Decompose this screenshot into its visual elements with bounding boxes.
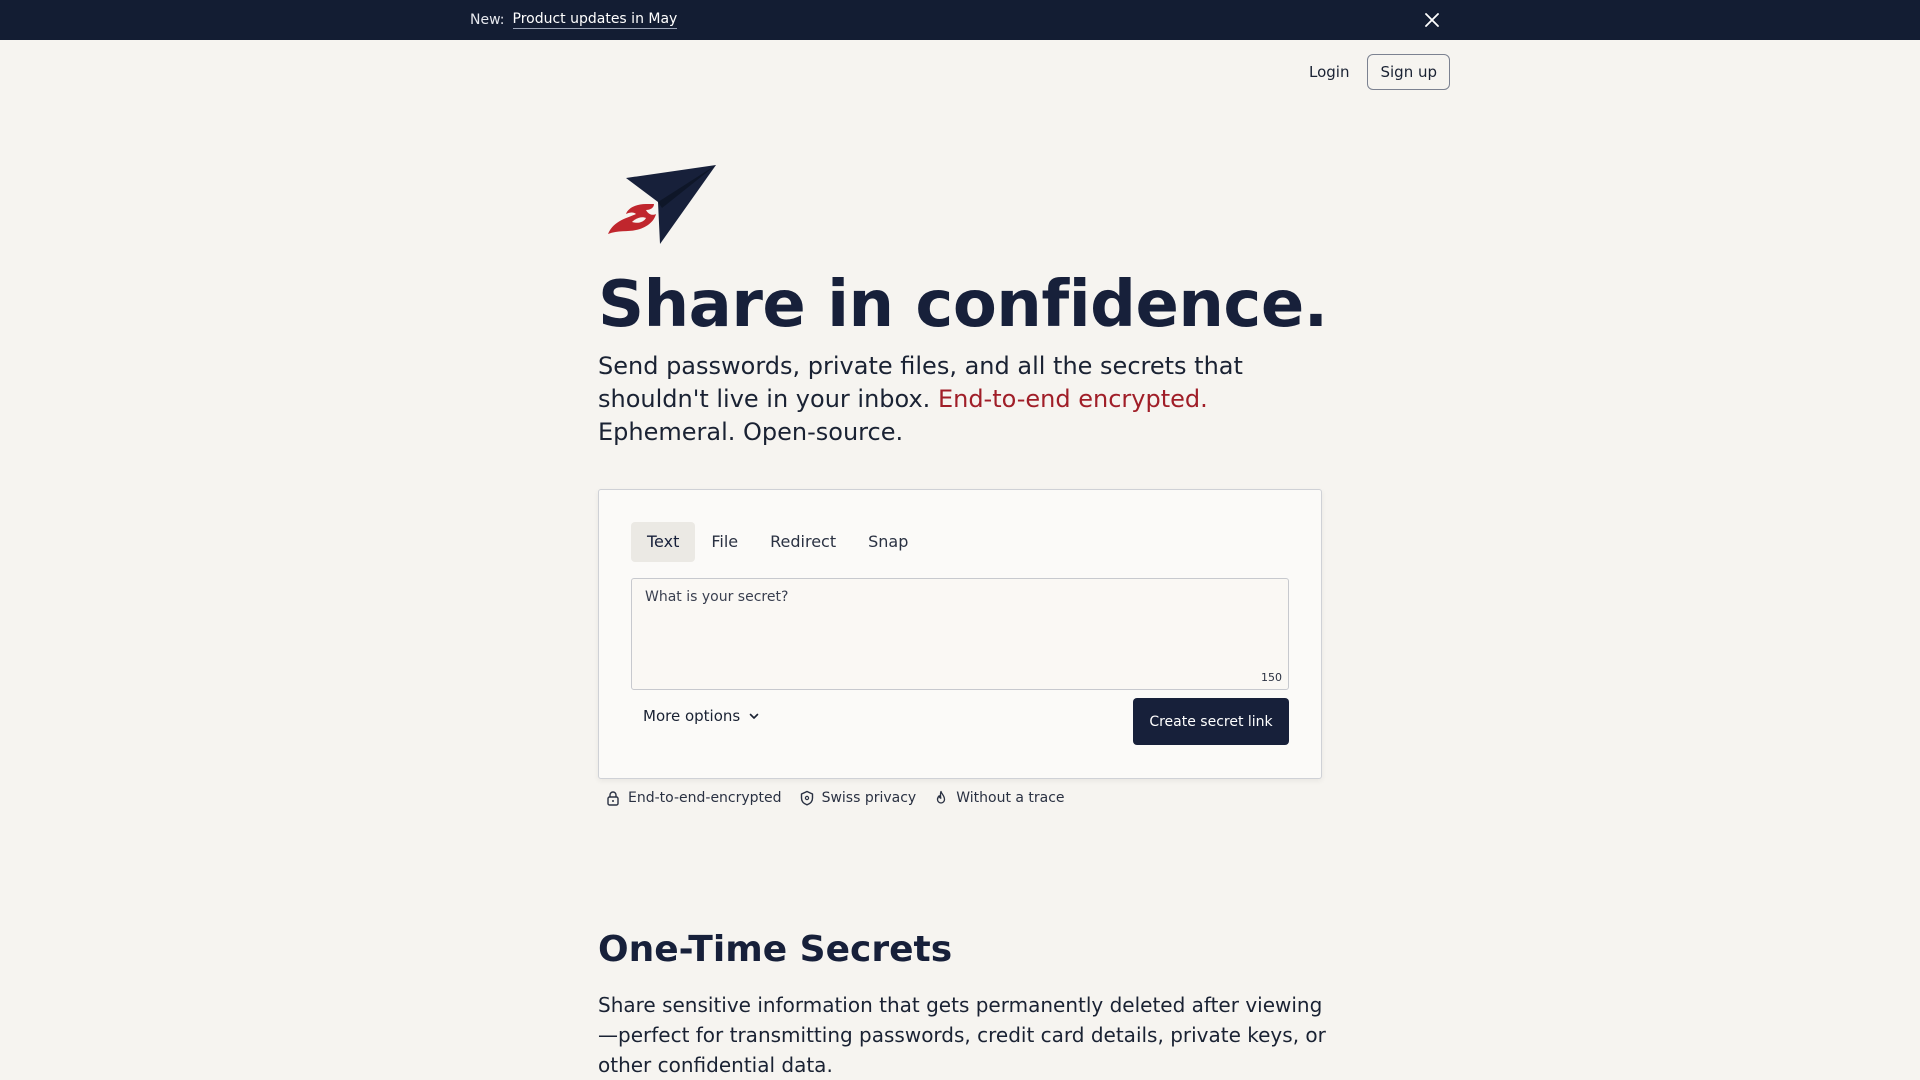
login-link[interactable]: Login [1305, 57, 1353, 87]
feature-label: Swiss privacy [821, 790, 917, 806]
top-nav: Login Sign up [1300, 54, 1450, 90]
flame-icon [937, 790, 946, 804]
signup-button[interactable]: Sign up [1367, 54, 1450, 90]
lock-icon [607, 791, 619, 806]
feature-item: Without a trace [933, 790, 1065, 806]
hero-subtitle: Send passwords, private files, and all t… [598, 350, 1298, 449]
secret-input[interactable] [632, 579, 1288, 689]
banner-link[interactable]: Product updates in May [512, 11, 678, 29]
feature-list: End-to-end-encrypted Swiss privacy Witho… [605, 790, 1065, 806]
section-text: Share sensitive information that gets pe… [598, 993, 1326, 1077]
secret-input-box: 150 [631, 578, 1289, 690]
more-options-toggle[interactable]: More options [643, 707, 760, 725]
create-secret-link-button[interactable]: Create secret link [1133, 698, 1289, 745]
feature-item: End-to-end-encrypted [605, 790, 782, 806]
tab-file[interactable]: File [695, 522, 754, 562]
banner-content: New: Product updates in May [470, 0, 678, 40]
hero-title: Share in confidence. [598, 268, 1328, 342]
tab-text[interactable]: Text [631, 522, 696, 562]
secret-composer-card: Text File Redirect Snap 150 More options… [598, 489, 1322, 779]
secret-type-tabs: Text File Redirect Snap [631, 522, 924, 562]
shield-icon [800, 790, 813, 806]
paper-plane-flame-logo [608, 165, 716, 244]
chevron-down-icon [749, 713, 759, 719]
char-count: 150 [1261, 671, 1282, 684]
section-title: One-Time Secrets [598, 929, 953, 970]
hero-subtitle-accent: End-to-end encrypted. [937, 385, 1208, 413]
more-options-label: More options [643, 707, 741, 725]
banner-prefix: New: [470, 12, 505, 28]
feature-label: Without a trace [956, 790, 1065, 806]
feature-label: End-to-end-encrypted [628, 790, 782, 806]
tab-redirect[interactable]: Redirect [754, 522, 852, 562]
close-icon[interactable] [1421, 9, 1443, 31]
feature-item: Swiss privacy [799, 790, 917, 806]
hero-subtitle-part2: Ephemeral. Open-source. [598, 418, 904, 446]
tab-snap[interactable]: Snap [852, 522, 924, 562]
announcement-banner: New: Product updates in May [0, 0, 1920, 40]
